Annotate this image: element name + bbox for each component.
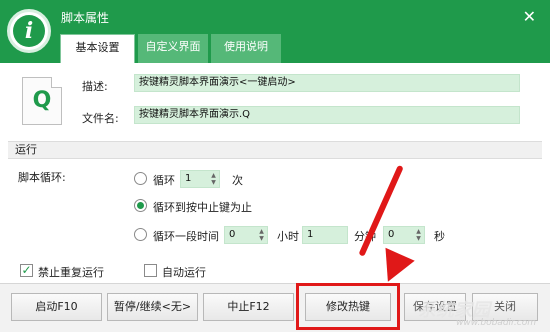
auto-run-checkbox[interactable]: [144, 264, 157, 277]
loop-count-label: 循环: [153, 174, 175, 187]
tab-instructions[interactable]: 使用说明: [211, 34, 281, 63]
description-field[interactable]: 按键精灵脚本界面演示<一键启动>: [134, 74, 520, 92]
info-icon: i: [7, 9, 51, 53]
tab-basic-settings[interactable]: 基本设置: [60, 34, 135, 63]
radio-loop-until-stop[interactable]: [134, 199, 147, 212]
window-title: 脚本属性: [61, 11, 110, 25]
run-section-header: 运行: [8, 141, 542, 159]
stop-button[interactable]: 中止F12: [203, 293, 294, 321]
info-icon-glyph: i: [13, 15, 45, 47]
stepper-arrows-icon[interactable]: ▲ ▼: [209, 172, 218, 186]
loop-count-value: 1: [185, 173, 192, 184]
filename-label: 文件名:: [82, 112, 119, 125]
auto-run-label: 自动运行: [162, 266, 206, 279]
start-button[interactable]: 启动F10: [11, 293, 102, 321]
script-file-icon: Q: [22, 77, 62, 125]
radio-loop-duration[interactable]: [134, 228, 147, 241]
hours-stepper[interactable]: 0 ▲ ▼: [224, 226, 268, 244]
file-letter: Q: [32, 88, 52, 113]
loop-until-stop-label: 循环到按中止键为止: [153, 201, 252, 214]
stepper-arrows-icon[interactable]: ▲ ▼: [257, 228, 266, 242]
highlight-box: [296, 283, 400, 330]
watermark-url: www.bobadir.com: [456, 318, 536, 328]
filename-field[interactable]: 按键精灵脚本界面演示.Q: [134, 106, 520, 124]
minutes-value: 1: [307, 229, 314, 240]
tab-custom-ui[interactable]: 自定义界面: [138, 34, 208, 63]
file-corner-fold: [51, 77, 62, 88]
close-icon[interactable]: ✕: [523, 7, 536, 26]
loop-duration-label: 循环一段时间: [153, 230, 219, 243]
radio-loop-count[interactable]: [134, 172, 147, 185]
hours-value: 0: [229, 229, 236, 240]
seconds-unit: 秒: [434, 230, 445, 243]
loop-count-unit: 次: [232, 174, 243, 187]
pause-resume-button[interactable]: 暂停/继续<无>: [107, 293, 198, 321]
prevent-repeat-checkbox[interactable]: ✓: [20, 264, 33, 277]
stepper-arrows-icon[interactable]: ▲ ▼: [414, 228, 423, 242]
loop-label: 脚本循环:: [18, 171, 66, 184]
seconds-stepper[interactable]: 0 ▲ ▼: [383, 226, 425, 244]
hours-unit: 小时: [277, 230, 299, 243]
prevent-repeat-label: 禁止重复运行: [38, 266, 104, 279]
minutes-stepper[interactable]: 1: [302, 226, 348, 244]
loop-count-stepper[interactable]: 1 ▲ ▼: [180, 170, 220, 188]
seconds-value: 0: [388, 229, 395, 240]
description-label: 描述:: [82, 80, 108, 93]
